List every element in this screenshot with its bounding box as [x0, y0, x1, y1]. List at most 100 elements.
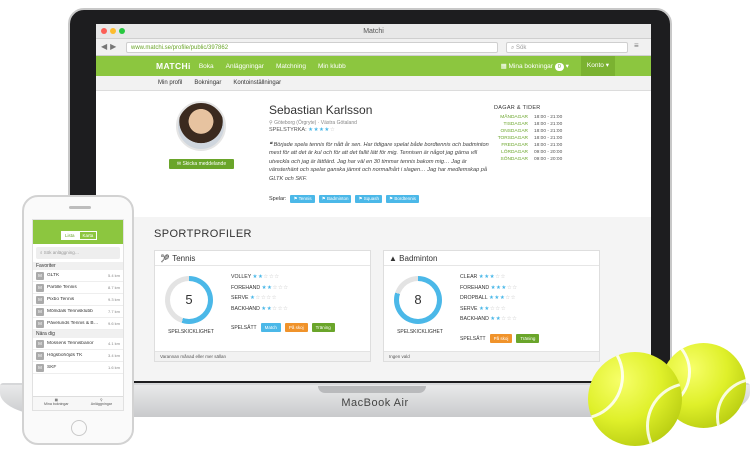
subnav-bokningar[interactable]: Bokningar	[194, 80, 221, 86]
venue-name: Mölndals Tennisklubb	[47, 309, 93, 314]
account-menu[interactable]: Konto ▾	[580, 56, 615, 76]
sport-card-tennis: 🎾︎ Tennis 5 SPELSKICKLIGHET VOLLEY ★★☆☆☆…	[154, 250, 371, 362]
venue-icon: M	[36, 339, 44, 348]
phone-segmented-control: Lista Karta	[61, 231, 98, 240]
skill-name: VOLLEY	[231, 274, 252, 280]
venue-icon: M	[36, 271, 44, 280]
plays-tag-squash[interactable]: ⚑ Squash	[355, 195, 383, 203]
sport-card-header: 🎾︎ Tennis	[155, 251, 370, 266]
maximize-window-button[interactable]	[119, 28, 125, 34]
time-day: TISDAGAR	[503, 122, 528, 127]
time-hours: 09:00 - 20:00	[534, 157, 563, 162]
time-row: MÅNDAGAR 18:00 - 21:00	[494, 114, 574, 121]
time-hours: 18:00 - 21:00	[534, 129, 563, 134]
tennis-racket-icon: 🎾︎	[160, 254, 171, 263]
time-hours: 18:00 - 21:00	[534, 115, 563, 120]
time-row: LÖRDAGAR 09:00 - 20:00	[494, 149, 574, 156]
skill-row: FOREHAND ★★☆☆☆	[231, 283, 289, 294]
time-day: FREDAGAR	[501, 143, 528, 148]
list-item[interactable]: M Mölndals Tennisklubb 7.7 km	[33, 306, 123, 318]
list-item[interactable]: M GLTK 5.4 km	[33, 270, 123, 282]
skill-row: SERVE ★★☆☆☆	[460, 304, 518, 315]
time-row: SÖNDAGAR 09:00 - 20:00	[494, 156, 574, 163]
skill-stars: ★★★☆☆	[490, 284, 518, 291]
nav-right: ▦ Mina bokningar 0 ▾ Konto ▾	[501, 56, 615, 76]
skill-list: VOLLEY ★★☆☆☆ FOREHAND ★★☆☆☆ SERVE ★☆☆☆☆ …	[231, 272, 289, 314]
list-item[interactable]: M Högsbohöjds TK 3.4 km	[33, 350, 123, 362]
list-item[interactable]: M SKF 1.6 km	[33, 362, 123, 374]
phone-tab-lista[interactable]: Lista	[61, 231, 79, 240]
send-message-button[interactable]: ✉ Skicka meddelande	[169, 159, 234, 169]
shuttlecock-icon: ▲	[389, 254, 397, 263]
skill-name: FOREHAND	[231, 284, 261, 291]
play-style-pill: På skoj	[489, 334, 513, 343]
skill-stars: ★★☆☆☆	[261, 284, 289, 291]
list-item[interactable]: M Påvelunds Tennis & B… 9.6 km	[33, 318, 123, 330]
venue-icon: M	[36, 319, 44, 328]
time-day: TORSDAGAR	[497, 136, 528, 141]
nav-item-matchning[interactable]: Matchning	[276, 63, 306, 70]
skill-stars: ★☆☆☆☆	[249, 295, 278, 301]
subnav-min-profil[interactable]: Min profil	[158, 80, 182, 86]
quote-icon: ❝	[269, 142, 273, 148]
phone-tab-karta[interactable]: Karta	[78, 231, 98, 240]
back-forward-icon[interactable]: ◀▶	[101, 42, 119, 51]
avatar	[176, 101, 226, 151]
plays-label: Spelar:	[269, 196, 287, 202]
venue-distance: 3.4 km	[107, 353, 120, 358]
skill-name: FOREHAND	[460, 284, 490, 291]
play-style-pill: Match	[260, 323, 281, 332]
minimize-window-button[interactable]	[110, 28, 116, 34]
nav-item-anlaggningar[interactable]: Anläggningar	[226, 63, 264, 70]
phone-tab-my-bookings[interactable]: ▦ Mina bokningar	[44, 398, 69, 410]
time-day: MÅNDAGAR	[500, 115, 528, 120]
profile-location: ⚲ Göteborg (Örgryte) · Västra Götaland	[269, 120, 357, 126]
list-item[interactable]: M Pixbo Tennis 9.3 km	[33, 294, 123, 306]
sport-card-footer: Varannan månad eller mer sällan	[155, 351, 370, 361]
browser-search-input[interactable]: ⌕ Sök	[506, 42, 628, 53]
plays-row: Spelar: ⚑ Tennis ⚑ Badminton ⚑ Squash ⚑ …	[269, 195, 419, 203]
skill-level-value: 5	[170, 281, 208, 319]
my-bookings-link[interactable]: ▦ Mina bokningar 0 ▾	[501, 62, 569, 71]
phone-tab-venues[interactable]: ⚲ Anläggningar	[91, 398, 112, 410]
list-item[interactable]: M Partille Tennis 8.7 km	[33, 282, 123, 294]
profile-strength: SPELSTYRKA: ★★★★☆	[269, 127, 335, 133]
plays-tag-bordtennis[interactable]: ⚑ Bordtennis	[386, 195, 419, 203]
venue-distance: 7.7 km	[107, 309, 120, 314]
phone-search-placeholder: Sök anläggning…	[43, 250, 80, 255]
plays-tag-badminton[interactable]: ⚑ Badminton	[318, 195, 352, 203]
time-day: LÖRDAGAR	[501, 150, 528, 155]
browser-menu-icon[interactable]: ≡	[634, 41, 639, 50]
skill-name: SERVE	[460, 305, 478, 312]
ball-seam	[716, 378, 746, 428]
app-logo[interactable]: MATCHi	[156, 61, 191, 71]
skill-level-gauge: 8	[394, 276, 442, 324]
venue-name: Pixbo Tennis	[47, 297, 75, 302]
phone-home-button[interactable]	[71, 420, 87, 436]
nav-item-boka[interactable]: Boka	[199, 63, 214, 70]
venue-icon: M	[36, 283, 44, 292]
laptop-brand: MacBook Air	[341, 397, 409, 409]
address-bar[interactable]: www.matchi.se/profile/public/397862	[126, 42, 498, 53]
days-times-title: DAGAR & TIDER	[494, 105, 541, 111]
phone-screen: Lista Karta ⌕ Sök anläggning… Favoriter …	[32, 219, 124, 411]
close-window-button[interactable]	[101, 28, 107, 34]
venue-distance: 9.6 km	[107, 321, 120, 326]
sport-profiles-section: SPORTPROFILER 🎾︎ Tennis 5 SPELSKICKLIGHE…	[96, 217, 651, 381]
phone-search-input[interactable]: ⌕ Sök anläggning…	[36, 247, 120, 259]
phone-nearby-title: Nära dig	[33, 330, 123, 338]
sub-navigation: Min profil Bokningar Kontoinställningar	[96, 76, 651, 91]
nav-item-min-klubb[interactable]: Min klubb	[318, 63, 346, 70]
venue-distance: 5.4 km	[107, 273, 120, 278]
play-style-pill: På skoj	[284, 323, 308, 332]
skill-row: BACKHAND ★★☆☆☆	[460, 314, 518, 325]
list-item[interactable]: M Mossens Tennisbanor 4.1 km	[33, 338, 123, 350]
skill-name: BACKHAND	[460, 316, 489, 322]
ball-seam	[588, 352, 624, 420]
plays-tag-bordtennis-label: Bordtennis	[394, 196, 416, 201]
plays-tag-tennis[interactable]: ⚑ Tennis	[290, 195, 315, 203]
skill-name: DROPBALL	[460, 295, 488, 301]
play-style-row: SPELSÄTT Match På skoj Träning	[231, 323, 335, 332]
time-row: FREDAGAR 18:00 - 21:00	[494, 142, 574, 149]
subnav-kontoinstallningar[interactable]: Kontoinställningar	[233, 80, 281, 86]
